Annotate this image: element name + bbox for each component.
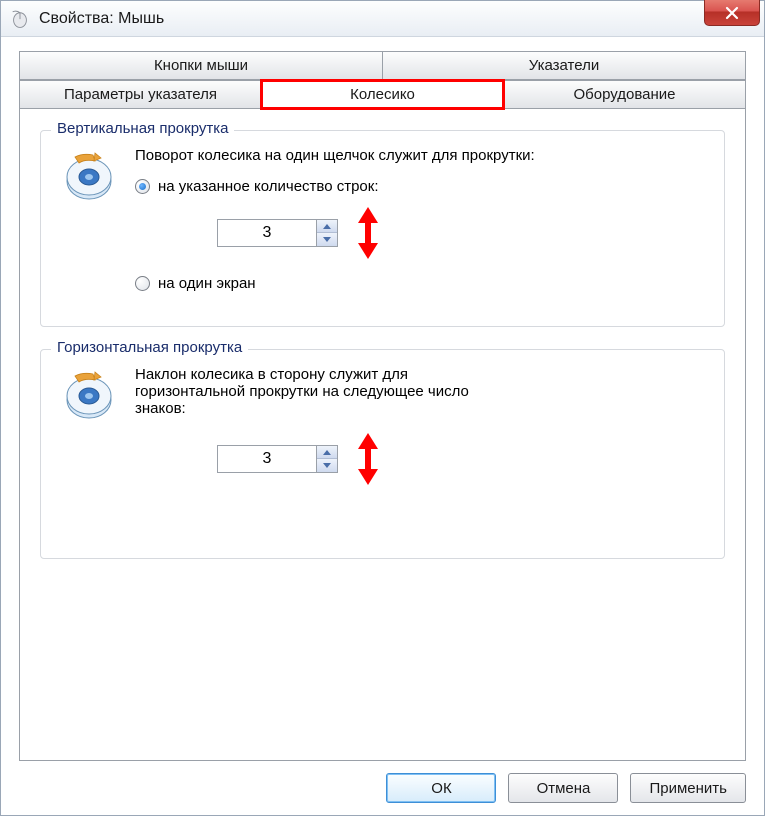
horizontal-scroll-group: Горизонтальная прокрутка Накло bbox=[40, 349, 725, 559]
tab-pointer-options[interactable]: Параметры указателя bbox=[19, 80, 262, 109]
mouse-icon bbox=[9, 10, 31, 28]
horizontal-legend: Горизонтальная прокрутка bbox=[51, 339, 248, 356]
vertical-lines-spinner[interactable] bbox=[217, 219, 338, 247]
apply-button[interactable]: Применить bbox=[630, 773, 746, 803]
horizontal-spin-down[interactable] bbox=[317, 459, 337, 472]
ok-button[interactable]: ОК bbox=[386, 773, 496, 803]
horizontal-chars-spinner[interactable] bbox=[217, 445, 338, 473]
horizontal-chars-input[interactable] bbox=[218, 446, 316, 472]
window-title: Свойства: Мышь bbox=[39, 10, 164, 28]
tab-hardware[interactable]: Оборудование bbox=[503, 80, 746, 109]
red-updown-arrows-icon bbox=[356, 431, 380, 487]
red-updown-arrows-icon bbox=[356, 205, 380, 261]
mouse-properties-dialog: Свойства: Мышь Кнопки мыши Указатели Пар… bbox=[0, 0, 765, 816]
wheel-vertical-icon bbox=[61, 147, 117, 203]
dialog-buttons: ОК Отмена Применить bbox=[19, 761, 746, 803]
vertical-lines-input[interactable] bbox=[218, 220, 316, 246]
horizontal-desc: Наклон колесика в сторону служит для гор… bbox=[135, 366, 515, 417]
radio-screen[interactable]: на один экран bbox=[135, 275, 704, 292]
radio-lines-label: на указанное количество строк: bbox=[158, 178, 379, 195]
radio-screen-indicator bbox=[135, 276, 150, 291]
vertical-spin-up[interactable] bbox=[317, 220, 337, 233]
wheel-horizontal-icon bbox=[61, 366, 117, 422]
vertical-legend: Вертикальная прокрутка bbox=[51, 120, 234, 137]
horizontal-spin-up[interactable] bbox=[317, 446, 337, 459]
tab-pointers[interactable]: Указатели bbox=[382, 51, 746, 80]
radio-lines[interactable]: на указанное количество строк: bbox=[135, 178, 704, 195]
vertical-spin-down[interactable] bbox=[317, 233, 337, 246]
radio-screen-label: на один экран bbox=[158, 275, 256, 292]
titlebar: Свойства: Мышь bbox=[1, 1, 764, 37]
vertical-desc: Поворот колесика на один щелчок служит д… bbox=[135, 147, 704, 164]
client-area: Кнопки мыши Указатели Параметры указател… bbox=[1, 37, 764, 815]
radio-lines-indicator bbox=[135, 179, 150, 194]
tab-panel-wheel: Вертикальная прокрутка Поворот bbox=[19, 108, 746, 761]
tab-wheel[interactable]: Колесико bbox=[261, 80, 504, 109]
tab-strip: Кнопки мыши Указатели Параметры указател… bbox=[19, 51, 746, 109]
close-button[interactable] bbox=[704, 0, 760, 26]
tab-buttons[interactable]: Кнопки мыши bbox=[19, 51, 383, 80]
vertical-scroll-group: Вертикальная прокрутка Поворот bbox=[40, 130, 725, 327]
cancel-button[interactable]: Отмена bbox=[508, 773, 618, 803]
